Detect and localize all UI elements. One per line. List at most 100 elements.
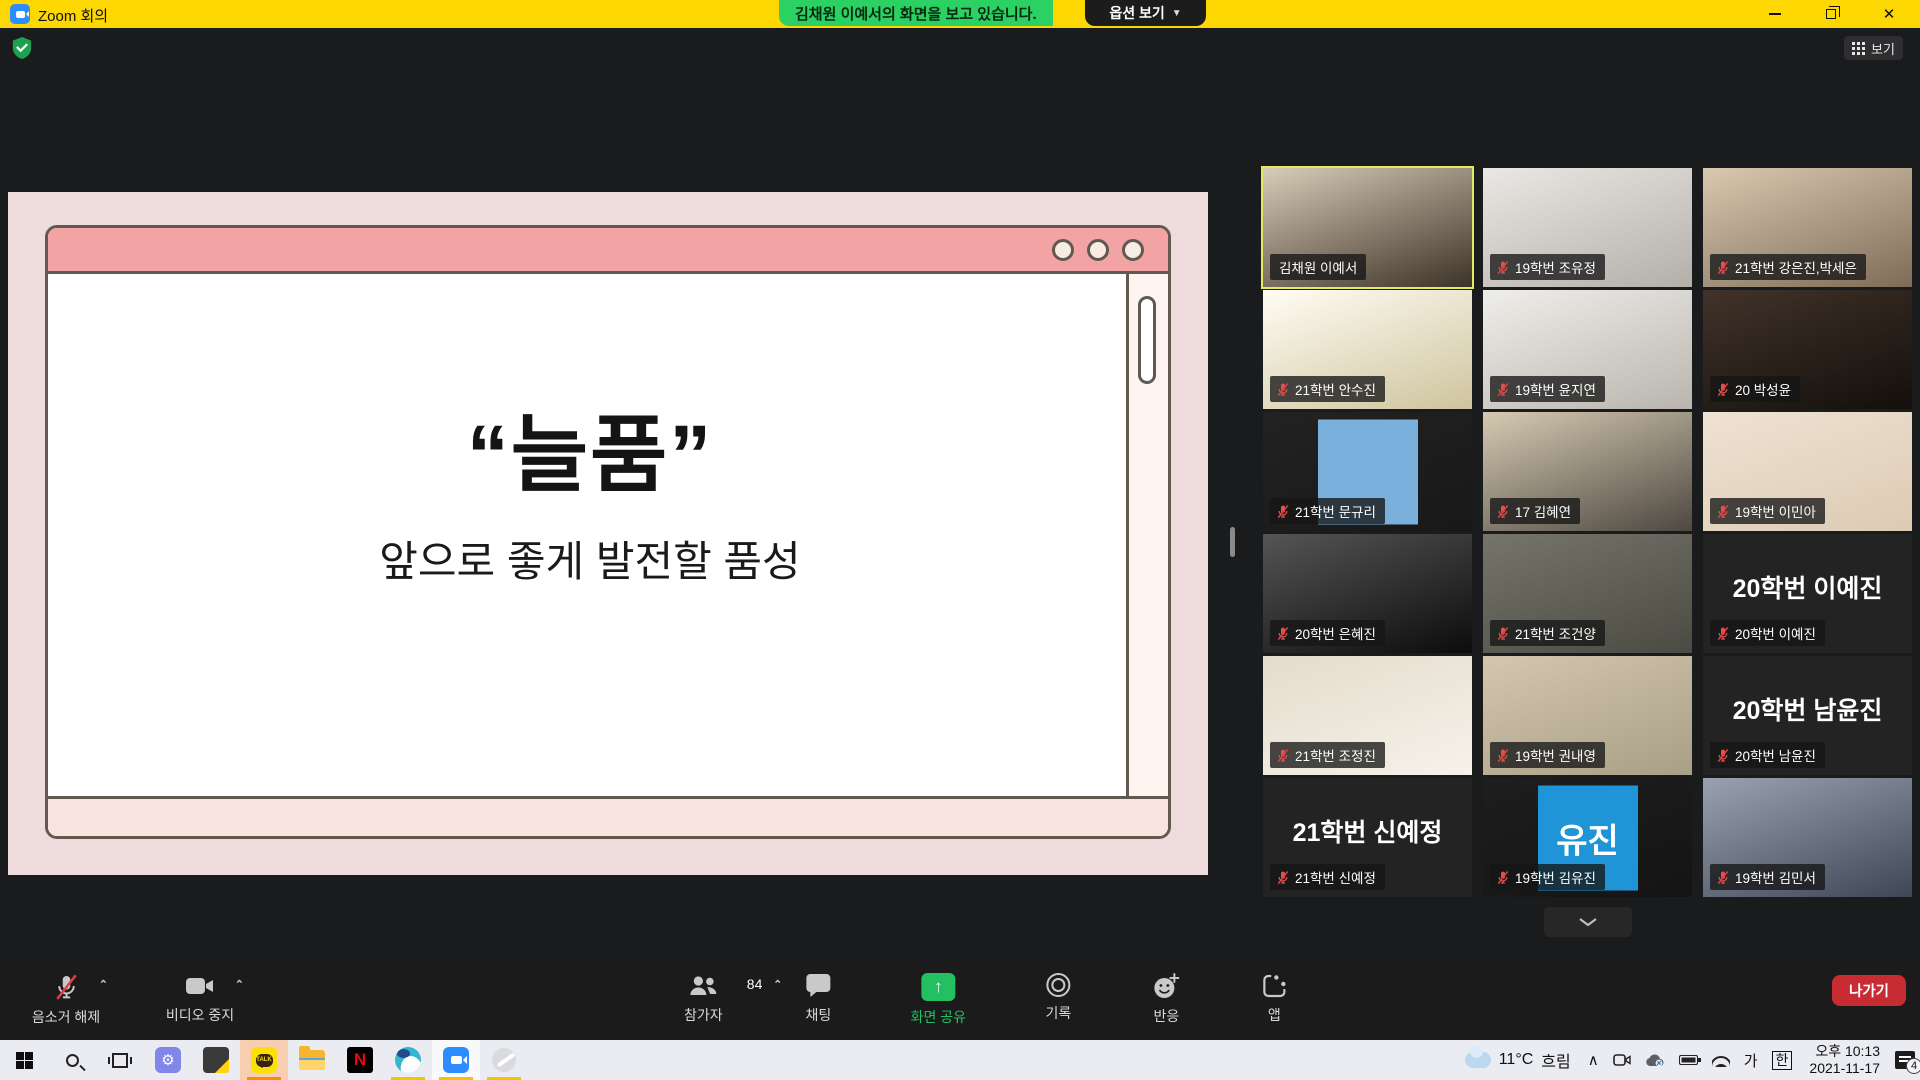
minimize-button[interactable] — [1752, 0, 1798, 28]
task-view-button[interactable] — [96, 1040, 144, 1080]
participant-name-badge: 21학번 조건양 — [1490, 620, 1605, 646]
participant-name-badge: 20학번 은혜진 — [1270, 620, 1385, 646]
close-button[interactable]: ✕ — [1866, 0, 1912, 28]
windows-logo-icon — [16, 1052, 33, 1069]
record-button[interactable]: 기록 — [1030, 962, 1086, 1040]
stop-video-button[interactable]: ⌃ 비디오 중지 — [148, 962, 252, 1040]
taskbar-app-settings[interactable]: ⚙ — [144, 1040, 192, 1080]
participant-tile[interactable]: 20 박성윤 — [1703, 290, 1912, 409]
muted-mic-icon — [1496, 382, 1510, 397]
participant-tile[interactable]: 20학번 은혜진 — [1263, 534, 1472, 653]
zoom-tray-icon[interactable] — [1606, 1040, 1638, 1080]
chevron-down-icon: ▼ — [1172, 8, 1182, 19]
participant-tile[interactable]: 19학번 윤지연 — [1483, 290, 1692, 409]
participant-tile[interactable]: 21학번 조건양 — [1483, 534, 1692, 653]
participant-tile[interactable]: 20학번 남윤진 20학번 남윤진 — [1703, 656, 1912, 775]
participant-tile[interactable]: 21학번 신예정 21학번 신예정 — [1263, 778, 1472, 897]
reactions-icon — [1152, 973, 1180, 1000]
wifi-tray-icon[interactable] — [1705, 1040, 1737, 1080]
participant-tile[interactable]: 20학번 이예진 20학번 이예진 — [1703, 534, 1912, 653]
muted-mic-icon — [1276, 870, 1290, 885]
apps-button[interactable]: 앱 — [1246, 962, 1302, 1040]
ime-korean-han[interactable]: 한 — [1765, 1040, 1800, 1080]
muted-mic-icon — [1496, 626, 1510, 641]
taskbar-app-explorer[interactable] — [288, 1040, 336, 1080]
hidden-icons-chevron[interactable]: ∧ — [1581, 1040, 1606, 1080]
video-options-chevron[interactable]: ⌃ — [235, 978, 244, 991]
chevron-down-icon — [1578, 917, 1598, 927]
window-titlebar: Zoom 회의 김채원 이예서의 화면을 보고 있습니다. 옵션 보기▼ ✕ — [0, 0, 1920, 28]
participant-name-badge: 20학번 남윤진 — [1710, 742, 1825, 768]
participant-tile[interactable]: 21학번 문규리 — [1263, 412, 1472, 531]
search-button[interactable] — [48, 1040, 96, 1080]
restore-button[interactable] — [1808, 0, 1854, 28]
muted-mic-icon — [1496, 870, 1510, 885]
panel-drag-handle[interactable] — [1230, 527, 1235, 557]
meeting-stage: 보기 “늘품” 앞으로 좋게 발전할 품성 김채원 이예서 — [0, 28, 1920, 962]
zoom-toolbar: ⌃ 음소거 해제 ⌃ 비디오 중지 84 ⌃ 참가자 채팅 — [0, 962, 1920, 1040]
cloud-weather-icon — [1465, 1052, 1491, 1068]
ime-korean-a[interactable]: 가 — [1737, 1040, 1765, 1080]
security-shield-icon[interactable] — [11, 36, 33, 60]
chat-icon — [804, 973, 832, 999]
participant-name-badge: 20 박성윤 — [1710, 376, 1800, 402]
leave-meeting-button[interactable]: 나가기 — [1832, 975, 1906, 1006]
apps-icon — [1261, 973, 1287, 999]
mic-options-chevron[interactable]: ⌃ — [99, 978, 108, 991]
taskbar-app-kakaotalk[interactable]: TALK — [240, 1040, 288, 1080]
share-screen-button[interactable]: ↑ 화면 공유 — [898, 962, 978, 1040]
participant-tile[interactable]: 21학번 안수진 — [1263, 290, 1472, 409]
taskbar-clock[interactable]: 오후 10:13 2021-11-17 — [1799, 1043, 1890, 1077]
view-options-button[interactable]: 옵션 보기▼ — [1085, 0, 1206, 26]
mockup-scrollbar-thumb — [1138, 296, 1156, 384]
participant-name-badge: 21학번 안수진 — [1270, 376, 1385, 402]
muted-mic-icon — [1276, 504, 1290, 519]
taskbar-app-whale[interactable] — [384, 1040, 432, 1080]
mockup-dot — [1087, 239, 1109, 261]
whale-browser-icon — [395, 1047, 421, 1073]
notes-app-icon — [203, 1047, 229, 1073]
participants-chevron[interactable]: ⌃ — [773, 978, 782, 991]
participant-tile[interactable]: 21학번 조정진 — [1263, 656, 1472, 775]
participant-name-badge: 21학번 신예정 — [1270, 864, 1385, 890]
participant-name-badge: 19학번 윤지연 — [1490, 376, 1605, 402]
muted-mic-icon — [1716, 626, 1730, 641]
notification-center-button[interactable]: 4 — [1890, 1040, 1920, 1080]
start-button[interactable] — [0, 1040, 48, 1080]
participant-tile[interactable]: 21학번 강은진,박세은 — [1703, 168, 1912, 287]
mockup-dot — [1122, 239, 1144, 261]
muted-mic-icon — [1716, 748, 1730, 763]
slide-subtitle: 앞으로 좋게 발전할 품성 — [48, 528, 1132, 589]
grid-view-icon — [1852, 42, 1865, 55]
participants-button[interactable]: 84 ⌃ 참가자 — [668, 962, 738, 1040]
file-explorer-icon — [299, 1050, 325, 1070]
reactions-button[interactable]: 반응 — [1138, 962, 1194, 1040]
muted-mic-icon — [1716, 504, 1730, 519]
settings-app-icon: ⚙ — [155, 1047, 181, 1073]
participant-tile[interactable]: 김채원 이예서 — [1263, 168, 1472, 287]
unmute-button[interactable]: ⌃ 음소거 해제 — [18, 962, 114, 1040]
more-participants-button[interactable] — [1544, 907, 1632, 937]
taskbar-app-zoom[interactable] — [432, 1040, 480, 1080]
onedrive-tray-icon[interactable] — [1638, 1040, 1672, 1080]
participant-tile[interactable]: 유진 19학번 김유진 — [1483, 778, 1692, 897]
gallery-view-button[interactable]: 보기 — [1844, 36, 1903, 60]
participant-tile[interactable]: 19학번 조유정 — [1483, 168, 1692, 287]
mockup-titlebar — [48, 228, 1168, 274]
chat-button[interactable]: 채팅 — [790, 962, 846, 1040]
participant-tile[interactable]: 17 김혜연 — [1483, 412, 1692, 531]
participant-name-badge: 김채원 이예서 — [1270, 254, 1366, 280]
taskbar-app-notes[interactable] — [192, 1040, 240, 1080]
taskbar-weather[interactable]: 11°C 흐림 — [1455, 1048, 1581, 1072]
window-title: Zoom 회의 — [38, 5, 108, 26]
participant-tile[interactable]: 19학번 권내영 — [1483, 656, 1692, 775]
muted-mic-icon — [1716, 260, 1730, 275]
participants-icon — [688, 973, 718, 999]
participant-tile[interactable]: 19학번 김민서 — [1703, 778, 1912, 897]
taskbar-app-netflix[interactable]: N — [336, 1040, 384, 1080]
participant-tile[interactable]: 19학번 이민아 — [1703, 412, 1912, 531]
taskbar-app-paint[interactable] — [480, 1040, 528, 1080]
battery-tray-icon[interactable] — [1672, 1040, 1705, 1080]
muted-mic-icon — [1716, 870, 1730, 885]
screen-share-banner: 김채원 이예서의 화면을 보고 있습니다. — [779, 0, 1053, 26]
